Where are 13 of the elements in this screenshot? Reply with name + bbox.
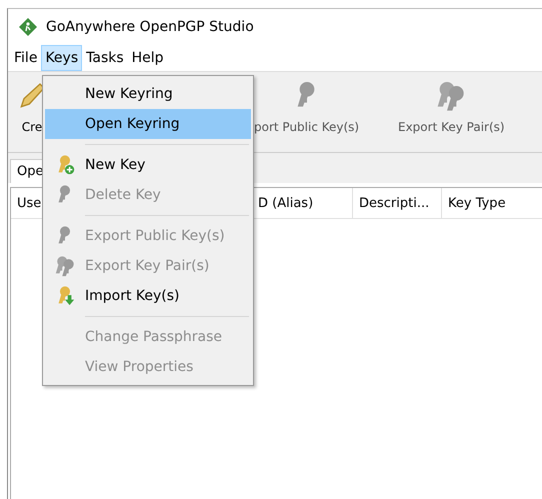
toolbar-button[interactable]: port Public Key(s) [252,78,362,136]
window-title: GoAnywhere OpenPGP Studio [46,19,254,35]
menu-item[interactable]: Keys [41,45,82,71]
menu-item[interactable]: Import Key(s) [45,281,251,311]
menu-item[interactable]: File [10,45,42,71]
keys-icon [54,255,76,277]
menu-item[interactable]: Open Keyring [45,109,251,139]
column-header[interactable]: Descripti... [353,188,442,218]
menu-item[interactable]: Help [128,45,168,71]
menu-item[interactable]: Tasks [82,45,128,71]
column-header[interactable]: Key Type [442,188,542,218]
toolbar-button[interactable]: Export Key Pair(s) [396,78,507,136]
app-logo-icon [18,17,38,37]
